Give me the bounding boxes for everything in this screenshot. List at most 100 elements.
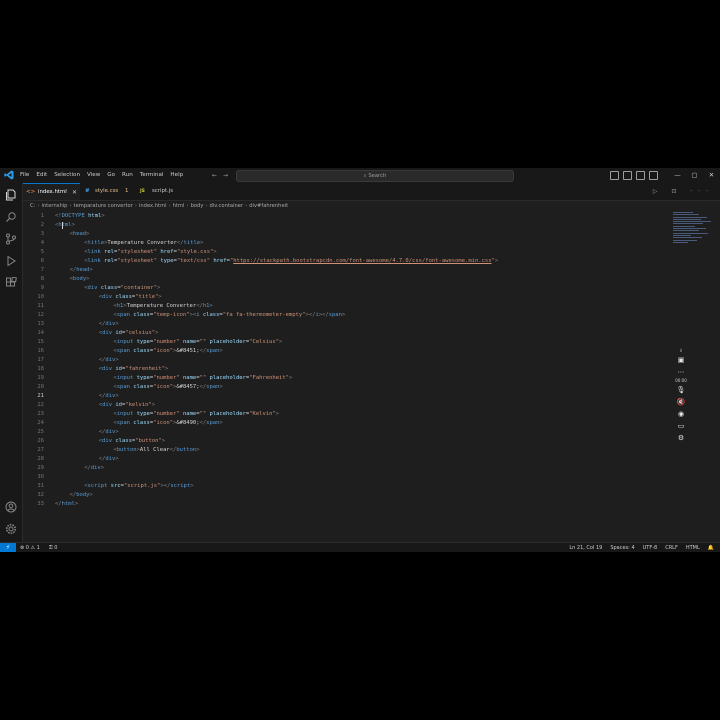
settings-gear-icon[interactable]: ⚙ [672,432,690,444]
editor-actions[interactable]: ▷ ⊡ ··· [653,183,714,200]
breadcrumb-item[interactable]: index.html [139,203,167,209]
screen-share-icon[interactable]: ▭ [672,420,690,432]
cursor-position[interactable]: Ln 21, Col 19 [569,543,602,552]
code-line[interactable]: 14 <div id="celsius"> [23,329,663,338]
code-token: name [179,411,197,417]
code-line[interactable]: 26 <div class="button"> [23,437,663,446]
code-line[interactable]: 17 </div> [23,356,663,365]
code-editor[interactable]: 1 <!DOCTYPE html> 2 <html> 3 <head> 4 <title>Te… [23,212,720,542]
toggle-panel-icon[interactable] [623,171,632,180]
search-sidebar-icon[interactable] [5,211,17,223]
extensions-icon[interactable] [5,277,17,289]
code-line[interactable]: 15 <input type="number" name="" placehold… [23,338,663,347]
menu-item-go[interactable]: Go [107,168,115,183]
source-control-icon[interactable] [5,233,17,245]
code-line[interactable]: 7 </head> [23,266,663,275]
code-line[interactable]: 3 <head> [23,230,663,239]
code-token: "stylesheet" [117,258,158,264]
code-line[interactable]: 1 <!DOCTYPE html> [23,212,663,221]
account-icon[interactable] [5,501,17,513]
code-line[interactable]: 20 <span class="icon">&#8457;</span> [23,383,663,392]
code-line[interactable]: 30 [23,473,663,482]
ports-indicator[interactable]: ⚿ 0 [49,543,58,552]
encoding[interactable]: UTF-8 [643,543,658,552]
indentation[interactable]: Spaces: 4 [610,543,634,552]
back-arrow-icon[interactable]: ← [212,172,223,179]
webcam-icon[interactable]: ◉ [672,408,690,420]
menu-item-selection[interactable]: Selection [54,168,80,183]
code-token: id [112,330,122,336]
end-of-line[interactable]: CRLF [665,543,678,552]
minimap[interactable] [673,212,713,252]
code-line[interactable]: 2 <html> [23,221,663,230]
code-token: class [97,285,118,291]
code-line[interactable]: 27 <button>All Clear</button> [23,446,663,455]
breadcrumb-item[interactable]: div#fahrenheit [249,203,288,209]
remote-indicator-icon[interactable]: ⚡ [0,543,16,552]
code-line[interactable]: 22 <div id="kelvin"> [23,401,663,410]
forward-arrow-icon[interactable]: → [223,172,234,179]
speaker-mute-icon[interactable]: 🔇 [672,396,690,408]
close-tab-icon[interactable]: ✕ [72,184,77,201]
code-token: "button" [135,438,162,444]
code-line[interactable]: 19 <input type="number" name="" placehold… [23,374,663,383]
explorer-icon[interactable] [5,189,17,201]
code-line[interactable]: 8 <body> [23,275,663,284]
manage-gear-icon[interactable] [5,523,17,535]
menu-item-file[interactable]: File [20,168,29,183]
breadcrumb-item[interactable]: div.container [210,203,244,209]
more-options-icon[interactable]: ⋯ [672,366,690,378]
code-text: <input type="number" name="" placeholder… [113,410,279,419]
minimize-button[interactable]: — [669,168,686,183]
code-line[interactable]: 13 </div> [23,320,663,329]
code-line[interactable]: 16 <span class="icon">&#8451;</span> [23,347,663,356]
code-line[interactable]: 21 </div> [23,392,663,401]
code-line[interactable]: 10 <div class="title"> [23,293,663,302]
microphone-icon[interactable]: 🎙 [672,384,690,396]
language-mode[interactable]: HTML [686,543,700,552]
code-line[interactable]: 28 </div> [23,455,663,464]
code-line[interactable]: 32 </body> [23,491,663,500]
menu-item-terminal[interactable]: Terminal [140,168,164,183]
code-line[interactable]: 31 <script src="script.js"></script> [23,482,663,491]
menu-item-run[interactable]: Run [122,168,133,183]
breadcrumb-item[interactable]: internship [41,203,67,209]
breadcrumb-item[interactable]: temparature convertor [74,203,133,209]
code-line[interactable]: 24 <span class="icon">&#8490;</span> [23,419,663,428]
menu-item-help[interactable]: Help [170,168,183,183]
code-line[interactable]: 29 </div> [23,464,663,473]
code-line[interactable]: 11 <h1>Temperature Converter</h1> [23,302,663,311]
menu-item-view[interactable]: View [87,168,100,183]
line-number: 19 [37,375,44,381]
code-line[interactable]: 4 <title>Temperature Converter</title> [23,239,663,248]
tab-script-js[interactable]: JS script.js [137,183,185,200]
code-token: "icon" [153,348,174,354]
code-line[interactable]: 5 <link rel="stylesheet" href="style.css"… [23,248,663,257]
code-line[interactable]: 9 <div class="container"> [23,284,663,293]
run-debug-icon[interactable] [5,255,17,267]
html-file-icon: <> [26,189,36,195]
line-number: 31 [37,483,44,489]
breadcrumb-item[interactable]: html [173,203,185,209]
code-line[interactable]: 18 <div id="fahrenheit"> [23,365,663,374]
problems-indicator[interactable]: ⊗ 0 ⚠ 1 [20,543,40,552]
command-center-search[interactable]: ⌕ Search [236,170,514,182]
tab-style-css[interactable]: # style.css 1 [82,183,134,200]
tab-index-html[interactable]: <> index.html ✕ [23,183,80,200]
toggle-secondary-sidebar-icon[interactable] [636,171,645,180]
code-line[interactable]: 23 <input type="number" name="" placehold… [23,410,663,419]
code-line[interactable]: 33 </html> [23,500,663,509]
restore-button[interactable]: ▢ [686,168,703,183]
line-number: 1 [40,213,44,219]
menu-item-edit[interactable]: Edit [36,168,47,183]
customize-layout-icon[interactable] [649,171,658,180]
code-line[interactable]: 12 <span class="temp-icon"><i class="fa f… [23,311,663,320]
toggle-sidebar-icon[interactable] [610,171,619,180]
camera-icon[interactable]: ▣ [672,354,690,366]
breadcrumb-item[interactable]: body [191,203,204,209]
code-line[interactable]: 6 <link rel="stylesheet" type="text/css" … [23,257,663,266]
notifications-bell-icon[interactable]: 🔔 [708,543,714,552]
line-number: 16 [37,348,44,354]
code-line[interactable]: 25 </div> [23,428,663,437]
close-window-button[interactable]: ✕ [703,168,720,183]
